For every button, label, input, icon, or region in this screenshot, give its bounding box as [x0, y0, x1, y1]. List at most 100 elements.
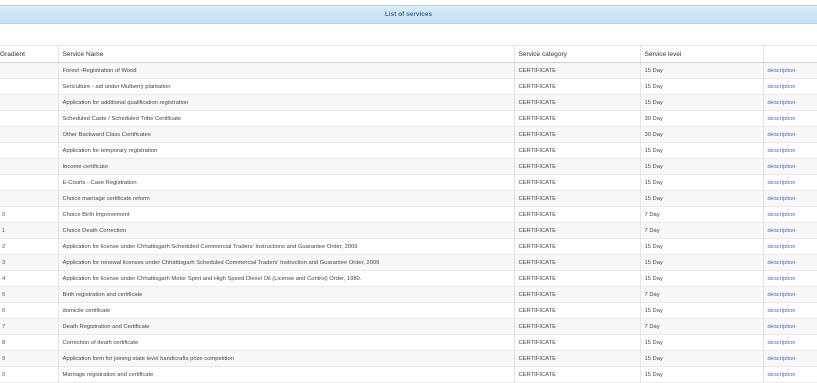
service-level-cell: 15 Day: [640, 334, 764, 351]
table-row: 4 Application for license under Chhattisg…: [0, 270, 817, 287]
table-row: 7 Death Registration and Certificate CERTI…: [0, 318, 817, 335]
row-number: 9: [2, 355, 6, 362]
table-row: 8 Correction of death certificate CERTIFIC…: [0, 334, 817, 351]
service-category: CERTIFICATE: [518, 259, 556, 266]
row-number: 5: [2, 291, 6, 298]
description-link[interactable]: description: [768, 324, 796, 330]
description-link-cell: description: [763, 350, 817, 367]
service-level: 15 Day: [644, 371, 663, 378]
service-level-cell: 15 Day: [640, 302, 764, 319]
service-category: CERTIFICATE: [518, 291, 556, 298]
services-table: Gradient Service Name Service category S…: [0, 45, 817, 383]
service-name-cell: domicile certificate: [58, 302, 515, 319]
service-level-cell: 7 Day: [640, 318, 764, 335]
service-category-cell: CERTIFICATE: [514, 350, 641, 367]
description-link[interactable]: description: [768, 244, 796, 250]
description-link[interactable]: description: [768, 276, 796, 282]
service-level: 15 Day: [644, 147, 663, 154]
description-link-cell: description: [763, 254, 817, 271]
table-row: 0 Choice Birth Improvement CERTIFICATE 7 Da…: [0, 206, 817, 223]
service-level-cell: 15 Day: [640, 366, 764, 383]
table-row: Income certificate CERTIFICATE 15 Day descr…: [0, 158, 817, 175]
description-link[interactable]: description: [768, 340, 796, 346]
table-row: E-Courts - Case Registration CERTIFICATE 1…: [0, 174, 817, 191]
row-number-cell: 5: [0, 286, 59, 303]
list-title-bar: List of services: [0, 5, 817, 24]
description-link[interactable]: description: [768, 196, 796, 202]
row-number-cell: [0, 126, 59, 143]
service-category: CERTIFICATE: [518, 227, 556, 234]
description-link[interactable]: description: [768, 84, 796, 90]
list-title: List of services: [384, 11, 433, 18]
service-name-cell: Application for license under Chhattisga…: [58, 238, 515, 255]
service-level: 15 Day: [644, 259, 663, 266]
service-level-cell: 7 Day: [640, 222, 764, 239]
service-name: Forest -Registration of Wood: [62, 67, 137, 74]
service-category-cell: CERTIFICATE: [514, 174, 641, 191]
row-number-cell: 6: [0, 302, 59, 319]
service-level: 15 Day: [644, 243, 663, 250]
table-row: Application for temporary registration CE…: [0, 142, 817, 159]
service-level-cell: 15 Day: [640, 190, 764, 207]
description-link-cell: description: [763, 270, 817, 287]
description-link[interactable]: description: [768, 100, 796, 106]
description-link[interactable]: description: [768, 148, 796, 154]
description-link[interactable]: description: [768, 68, 796, 74]
service-category-cell: CERTIFICATE: [514, 126, 641, 143]
service-level-cell: 30 Day: [640, 110, 764, 127]
service-level-cell: 15 Day: [640, 238, 764, 255]
service-name-cell: Choice Death Correction: [58, 222, 515, 239]
service-level: 15 Day: [644, 307, 663, 314]
description-link[interactable]: description: [768, 308, 796, 314]
service-level-cell: 15 Day: [640, 254, 764, 271]
description-link[interactable]: description: [768, 356, 796, 362]
service-level: 30 Day: [644, 115, 663, 122]
table-row: 0 Marriage registration and certificate CE…: [0, 366, 817, 383]
service-category-cell: CERTIFICATE: [514, 78, 641, 95]
service-level: 15 Day: [644, 195, 663, 202]
row-number: 8: [2, 339, 6, 346]
service-name: Other Backward Class Certificates: [62, 131, 151, 138]
description-link[interactable]: description: [768, 292, 796, 298]
header-service-level[interactable]: Service level: [640, 45, 764, 63]
row-number-cell: [0, 190, 59, 207]
service-level: 7 Day: [644, 291, 660, 298]
service-name: Death Registration and Certificate: [62, 323, 150, 330]
description-link[interactable]: description: [768, 372, 796, 378]
description-link[interactable]: description: [768, 164, 796, 170]
description-link-cell: description: [763, 334, 817, 351]
description-link[interactable]: description: [768, 228, 796, 234]
service-name-cell: Forest -Registration of Wood: [58, 62, 515, 79]
service-category: CERTIFICATE: [518, 307, 556, 314]
service-name: E-Courts - Case Registration: [62, 179, 137, 186]
row-number: 6: [2, 307, 6, 314]
description-link-cell: description: [763, 142, 817, 159]
header-service-name[interactable]: Service Name: [58, 45, 515, 63]
service-category: CERTIFICATE: [518, 243, 556, 250]
row-number-cell: 8: [0, 334, 59, 351]
service-name: Correction of death certificate: [62, 339, 139, 346]
description-link-cell: description: [763, 286, 817, 303]
service-level-cell: 15 Day: [640, 142, 764, 159]
service-level-cell: 15 Day: [640, 158, 764, 175]
service-level-cell: 7 Day: [640, 286, 764, 303]
service-level: 15 Day: [644, 163, 663, 170]
service-name: Choice marriage certificate reform: [62, 195, 150, 202]
description-link[interactable]: description: [768, 212, 796, 218]
service-category-cell: CERTIFICATE: [514, 286, 641, 303]
header-gradient[interactable]: Gradient: [0, 45, 59, 63]
row-number: 0: [2, 371, 6, 378]
header-service-category[interactable]: Service category: [514, 45, 641, 63]
description-link-cell: description: [763, 302, 817, 319]
description-link-cell: description: [763, 158, 817, 175]
service-name-cell: Application for license under Chhattisga…: [58, 270, 515, 287]
description-link[interactable]: description: [768, 180, 796, 186]
description-link[interactable]: description: [768, 116, 796, 122]
description-link[interactable]: description: [768, 132, 796, 138]
row-number: 7: [2, 323, 6, 330]
description-link[interactable]: description: [768, 260, 796, 266]
description-link-cell: description: [763, 126, 817, 143]
service-level-cell: 15 Day: [640, 62, 764, 79]
service-name: domicile certificate: [62, 307, 111, 314]
service-category-cell: CERTIFICATE: [514, 270, 641, 287]
